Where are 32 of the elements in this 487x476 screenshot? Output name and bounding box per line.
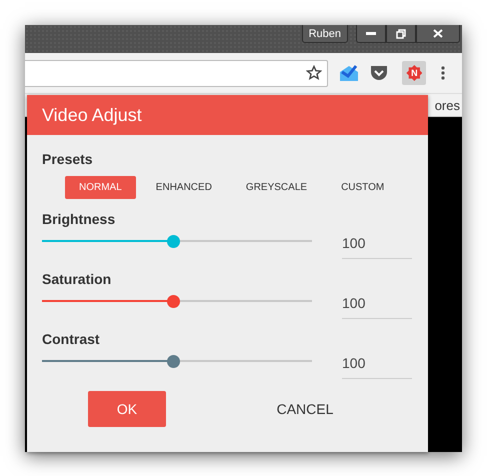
preset-tab[interactable]: CUSTOM [327,176,398,199]
restore-icon [396,28,406,38]
minimize-button[interactable] [356,25,386,43]
slider-thumb[interactable] [166,295,180,308]
profile-button[interactable]: Ruben [302,25,348,43]
section-label: Presets [42,151,94,167]
extension-button[interactable]: N [402,61,426,85]
value-field[interactable]: 100 [342,229,412,259]
minimize-icon [366,32,376,36]
value-field[interactable]: 100 [342,289,412,319]
restore-button[interactable] [386,25,416,43]
preset-tab[interactable]: GREYSCALE [232,176,322,199]
cancel-button[interactable]: CANCEL [260,391,350,427]
close-button[interactable] [416,25,460,43]
address-field[interactable] [25,60,328,86]
value-field[interactable]: 100 [342,349,412,379]
star-icon[interactable] [306,65,322,81]
close-icon [433,29,443,38]
preset-tab[interactable]: ENHANCED [142,176,226,199]
slider-thumb[interactable] [166,355,180,368]
slider-label: Contrast [42,331,101,347]
menu-icon[interactable] [441,66,446,80]
ok-button[interactable]: OK [88,391,166,427]
slider-label: Brightness [42,211,116,227]
envelope-icon[interactable] [338,64,359,82]
extension-badge: N [406,65,422,81]
slider-label: Saturation [42,271,112,287]
popup-title: Video Adjust [42,104,142,126]
preset-tab[interactable]: NORMAL [65,176,136,199]
bookmark-item[interactable]: ores [434,98,460,112]
pocket-icon[interactable] [370,65,388,81]
slider-thumb[interactable] [166,235,180,248]
